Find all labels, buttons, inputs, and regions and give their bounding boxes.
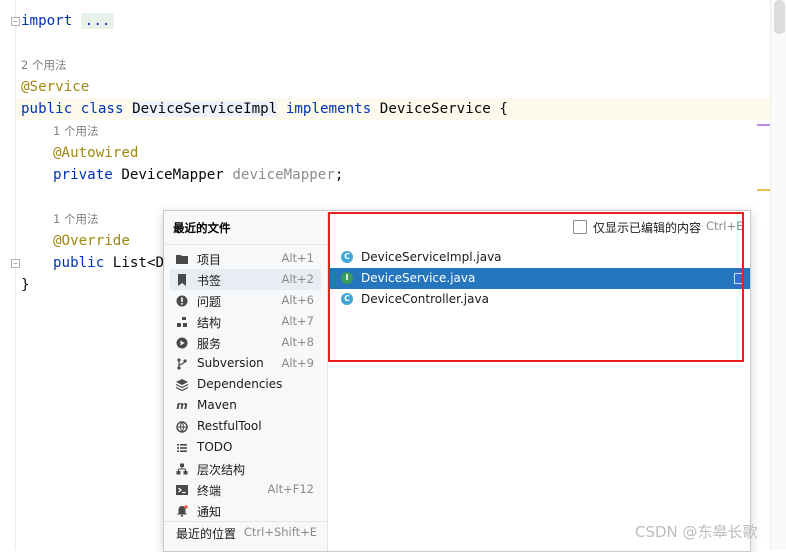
dependencies-icon — [175, 379, 189, 392]
nav-item-label: Maven — [197, 398, 237, 412]
nav-item-bookmarks[interactable]: 书签 Alt+2 — [170, 269, 321, 290]
fold-toggle-icon[interactable]: − — [11, 17, 20, 26]
nav-item-label: 书签 — [197, 274, 222, 288]
nav-item-label: 终端 — [197, 484, 222, 498]
nav-item-hierarchy[interactable]: 层次结构 — [170, 458, 321, 479]
nav-item-shortcut: Alt+2 — [281, 272, 314, 286]
nav-item-shortcut: Alt+1 — [281, 251, 314, 265]
code-line-field: private DeviceMapper deviceMapper; — [53, 164, 343, 186]
nav-item-shortcut: Alt+F12 — [267, 482, 314, 496]
nav-item-problems[interactable]: 问题 Alt+6 — [170, 290, 321, 311]
nav-item-label: Subversion — [197, 356, 264, 370]
nav-item-label: 层次结构 — [197, 463, 246, 477]
divider — [164, 244, 327, 245]
watermark: CSDN @东皋长歌 — [635, 523, 758, 541]
code-line-annotation: @Override — [53, 230, 130, 252]
bookmark-icon — [176, 274, 188, 286]
recent-locations-shortcut: Ctrl+Shift+E — [243, 525, 317, 539]
nav-item-label: 问题 — [197, 295, 222, 309]
brace: } — [21, 277, 30, 293]
scrollbar-thumb[interactable] — [774, 0, 785, 34]
subversion-icon — [176, 358, 188, 370]
divider — [164, 521, 327, 522]
code-line-annotation: @Autowired — [53, 142, 138, 164]
nav-item-maven[interactable]: m Maven — [170, 395, 321, 416]
nav-item-services[interactable]: 服务 Alt+8 — [170, 332, 321, 353]
annotation: @Autowired — [53, 145, 139, 161]
structure-icon — [176, 316, 188, 328]
annotation-highlight-box — [328, 212, 744, 362]
usage-hint[interactable]: 1 个用法 — [53, 122, 98, 140]
error-stripe-mark[interactable] — [757, 189, 770, 191]
keyword: public — [53, 255, 105, 271]
maven-icon: m — [176, 399, 188, 412]
nav-item-label: TODO — [197, 440, 233, 454]
nav-item-shortcut: Alt+7 — [281, 314, 314, 328]
nav-item-project[interactable]: 项目 Alt+1 — [170, 248, 321, 269]
error-stripe-mark[interactable] — [757, 124, 770, 126]
hierarchy-icon — [176, 463, 188, 475]
annotation: @Override — [53, 233, 130, 249]
nav-item-structure[interactable]: 结构 Alt+7 — [170, 311, 321, 332]
code-line-close-brace: } — [21, 274, 30, 296]
todo-icon — [176, 442, 188, 454]
class-name: DeviceServiceImpl — [132, 101, 278, 117]
type-name: DeviceMapper — [121, 167, 224, 183]
nav-item-restfultool[interactable]: RestfulTool — [170, 416, 321, 437]
nav-item-label: 项目 — [197, 253, 222, 267]
nav-item-subversion[interactable]: Subversion Alt+9 — [170, 353, 321, 374]
nav-item-todo[interactable]: TODO — [170, 437, 321, 458]
gutter-divider — [15, 0, 16, 550]
recent-locations-link[interactable]: 最近的位置 — [176, 525, 236, 542]
keyword: implements — [285, 101, 372, 117]
nav-item-terminal[interactable]: 终端 Alt+F12 — [170, 479, 321, 500]
restfultool-icon — [176, 421, 188, 433]
vertical-scrollbar[interactable] — [770, 0, 786, 550]
code-line-annotation: @Service — [21, 76, 89, 98]
code-line-method: public List<De — [53, 252, 173, 274]
popup-title: 最近的文件 — [173, 221, 231, 235]
nav-item-shortcut: Alt+8 — [281, 335, 314, 349]
tool-window-list: 最近的文件 项目 Alt+1 书签 Alt+2 问题 Alt+6 结构 Alt+… — [164, 211, 328, 551]
keyword: import — [21, 13, 73, 29]
nav-item-notifications[interactable]: 通知 — [170, 500, 321, 521]
nav-item-shortcut: Alt+9 — [281, 356, 314, 370]
nav-item-dependencies[interactable]: Dependencies — [170, 374, 321, 395]
keyword: public — [21, 101, 73, 117]
terminal-icon — [176, 484, 188, 496]
nav-item-label: Dependencies — [197, 377, 283, 391]
fold-toggle-icon[interactable]: − — [11, 259, 20, 268]
keyword: class — [80, 101, 124, 117]
notification-icon — [176, 505, 188, 517]
usage-hint[interactable]: 1 个用法 — [53, 210, 98, 228]
field-name: deviceMapper — [232, 167, 335, 183]
nav-item-label: 结构 — [197, 316, 222, 330]
interface-name: DeviceService { — [379, 101, 508, 117]
keyword: private — [53, 167, 113, 183]
semicolon: ; — [334, 167, 344, 183]
problems-icon — [176, 295, 188, 307]
services-icon — [176, 337, 188, 349]
usage-hint[interactable]: 2 个用法 — [21, 56, 66, 74]
nav-item-shortcut: Alt+6 — [281, 293, 314, 307]
code-line-import: import ... — [21, 10, 115, 32]
nav-item-label: RestfulTool — [197, 419, 262, 433]
nav-item-label: 通知 — [197, 505, 222, 519]
folder-icon — [176, 253, 188, 265]
folded-imports[interactable]: ... — [80, 13, 115, 29]
annotation: @Service — [21, 79, 90, 95]
code-line-class-declaration: public class DeviceServiceImpl implement… — [16, 98, 770, 120]
nav-item-label: 服务 — [197, 337, 222, 351]
